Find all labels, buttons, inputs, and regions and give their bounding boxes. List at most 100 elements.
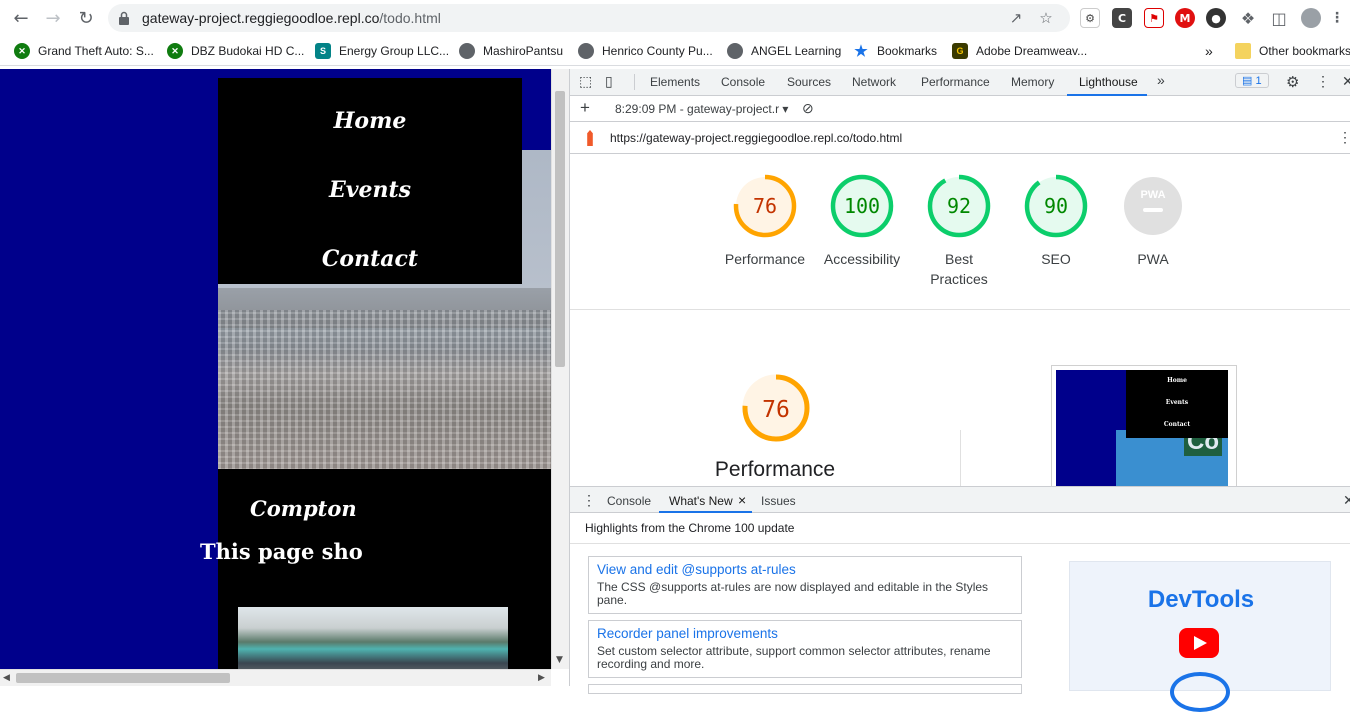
report-selector[interactable]: 8:29:09 PM - gateway-project.r ▾ (615, 102, 788, 116)
scroll-right-arrow-icon[interactable]: ▶ (538, 673, 545, 683)
thumbnail-nav: Home Events Contact (1126, 370, 1228, 438)
score-label: Performance (724, 251, 806, 267)
score-gauge-seo[interactable]: 90 (1024, 174, 1088, 238)
card-title-link[interactable]: Recorder panel improvements (597, 626, 778, 641)
avatar[interactable] (1301, 8, 1321, 28)
page-horizontal-scrollbar[interactable]: ◀ ▶ (0, 669, 551, 686)
more-tabs-button[interactable]: » (1157, 72, 1165, 88)
menu-icon[interactable]: ⋮ (1327, 8, 1347, 28)
gauge-value: 76 (753, 194, 777, 218)
page-vertical-scrollbar[interactable]: ▼ (551, 69, 569, 669)
score-label: Accessibility (823, 251, 901, 267)
whats-new-card[interactable]: Recorder panel improvements Set custom s… (588, 620, 1022, 678)
drawer-tab-issues[interactable]: Issues (761, 494, 796, 508)
back-arrow-icon[interactable]: ← (9, 6, 33, 30)
tab-elements[interactable]: Elements (650, 75, 700, 89)
highlights-heading: Highlights from the Chrome 100 update (585, 521, 795, 535)
drawer-tabbar: ⋮ Console What's New × Issues ✕ (570, 487, 1350, 513)
other-bookmarks[interactable]: Other bookmarks (1235, 42, 1350, 60)
scroll-thumb[interactable] (555, 91, 565, 367)
bookmark-item[interactable]: Henrico County Pu... (578, 42, 713, 60)
kebab-menu-icon[interactable]: ⋮ (1316, 73, 1330, 90)
devtools-promo-video[interactable]: DevTools (1069, 561, 1331, 712)
dropdown-icon: ▾ (782, 102, 789, 116)
drawer-tab-console[interactable]: Console (607, 494, 651, 508)
scroll-thumb[interactable] (16, 673, 230, 683)
nav-events-link[interactable]: Events (218, 177, 522, 203)
tab-performance[interactable]: Performance (921, 75, 990, 89)
tab-network[interactable]: Network (852, 75, 896, 89)
final-screenshot-thumbnail[interactable]: Co Home Events Contact (1051, 365, 1237, 488)
extension-icon[interactable]: ⚙ (1080, 8, 1100, 28)
star-icon[interactable]: ☆ (1036, 8, 1056, 28)
drawer-menu-icon[interactable]: ⋮ (582, 492, 596, 509)
drawer-close-icon[interactable]: ✕ (1343, 492, 1350, 509)
drawer-tab-whats-new[interactable]: What's New (669, 494, 733, 508)
forward-arrow-icon[interactable]: → (41, 6, 65, 30)
globe-icon (578, 43, 594, 59)
share-icon[interactable]: ↗ (1006, 8, 1026, 28)
report-url[interactable]: https://gateway-project.reggiegoodloe.re… (610, 131, 902, 145)
report-menu-icon[interactable]: ⋮ (1338, 129, 1350, 146)
bookmark-item[interactable]: MashiroPantsu (459, 42, 563, 60)
device-toggle-icon[interactable]: ▯ (605, 73, 613, 90)
plus-icon[interactable]: + (580, 98, 590, 118)
bookmark-item[interactable]: ✕ Grand Theft Auto: S... (14, 42, 154, 60)
gear-icon[interactable]: ⚙ (1286, 73, 1299, 91)
score-label: PWA (1137, 251, 1169, 267)
gauge-value: 90 (1044, 194, 1068, 218)
bookmarks-overflow-button[interactable]: » (1205, 42, 1213, 60)
youtube-play-icon[interactable] (1179, 628, 1219, 658)
close-icon[interactable]: ✕ (1342, 73, 1350, 90)
scroll-down-arrow-icon[interactable]: ▼ (556, 655, 563, 665)
bookmark-item[interactable]: ANGEL Learning (727, 42, 841, 60)
tab-memory[interactable]: Memory (1011, 75, 1054, 89)
bookmark-item[interactable]: ✕ DBZ Budokai HD C... (167, 42, 304, 60)
color-extension-icon[interactable]: ● (1206, 8, 1226, 28)
sidepanel-icon[interactable]: ◫ (1269, 8, 1289, 28)
m-extension-icon[interactable]: M (1175, 8, 1195, 28)
bookmark-item[interactable]: G Adobe Dreamweav... (952, 42, 1087, 60)
bookmark-label: Bookmarks (877, 44, 938, 58)
bookmark-label: Adobe Dreamweav... (976, 44, 1088, 58)
nav-home-link[interactable]: Home (218, 108, 522, 134)
score-gauge-accessibility[interactable]: 100 (830, 174, 894, 238)
nav-contact-link[interactable]: Contact (218, 246, 522, 272)
score-gauge-pwa[interactable]: PWA (1121, 174, 1185, 238)
url-text: gateway-project.reggiegoodloe.repl.co/to… (142, 10, 441, 26)
inspect-icon[interactable]: ⬚ (579, 73, 592, 90)
shield-extension-icon[interactable]: ⚑ (1144, 8, 1164, 28)
tab-lighthouse[interactable]: Lighthouse (1079, 75, 1138, 89)
score-label: SEO (1041, 251, 1071, 267)
close-tab-icon[interactable]: × (738, 492, 746, 508)
car-photo (238, 607, 508, 669)
puzzle-icon[interactable]: ❖ (1238, 8, 1258, 28)
scroll-left-arrow-icon[interactable]: ◀ (3, 673, 10, 683)
drawer-active-underline (659, 511, 752, 513)
clear-icon[interactable]: ⊘ (802, 100, 814, 117)
score-gauge-best-practices[interactable]: 92 (927, 174, 991, 238)
tab-console[interactable]: Console (721, 75, 765, 89)
gauge-value: 100 (844, 194, 880, 218)
c-extension-icon[interactable]: C (1112, 8, 1132, 28)
bookmark-item[interactable]: ★ Bookmarks (853, 42, 937, 60)
reload-icon[interactable]: ↻ (74, 6, 98, 30)
gauge-value: 92 (947, 194, 971, 218)
thumbnail-nav-events: Events (1165, 399, 1189, 406)
drawer-divider (570, 543, 1350, 544)
address-bar[interactable]: gateway-project.reggiegoodloe.repl.co/to… (108, 4, 1070, 32)
promo-title: DevTools (1147, 586, 1255, 613)
card-title-link[interactable]: View and edit @supports at-rules (597, 562, 796, 577)
devtools-panel: ⬚ ▯ Elements Console Sources Network Per… (569, 69, 1350, 712)
bookmark-item[interactable]: S Energy Group LLC... (315, 42, 449, 60)
gauge-background (1124, 177, 1182, 235)
issues-badge[interactable]: ▤ 1 (1235, 73, 1269, 88)
whats-new-card[interactable]: View and edit @supports at-rules The CSS… (588, 556, 1022, 614)
bookmarks-bar: ✕ Grand Theft Auto: S... ✕ DBZ Budokai HD … (0, 36, 1350, 66)
page-subheading: This page sho (200, 539, 363, 564)
url-host: gateway-project.reggiegoodloe.repl.co (142, 10, 380, 26)
tab-sources[interactable]: Sources (787, 75, 831, 89)
score-gauge-performance[interactable]: 76 (733, 174, 797, 238)
page-heading: Compton (250, 496, 357, 521)
bookmark-label: DBZ Budokai HD C... (191, 44, 305, 58)
